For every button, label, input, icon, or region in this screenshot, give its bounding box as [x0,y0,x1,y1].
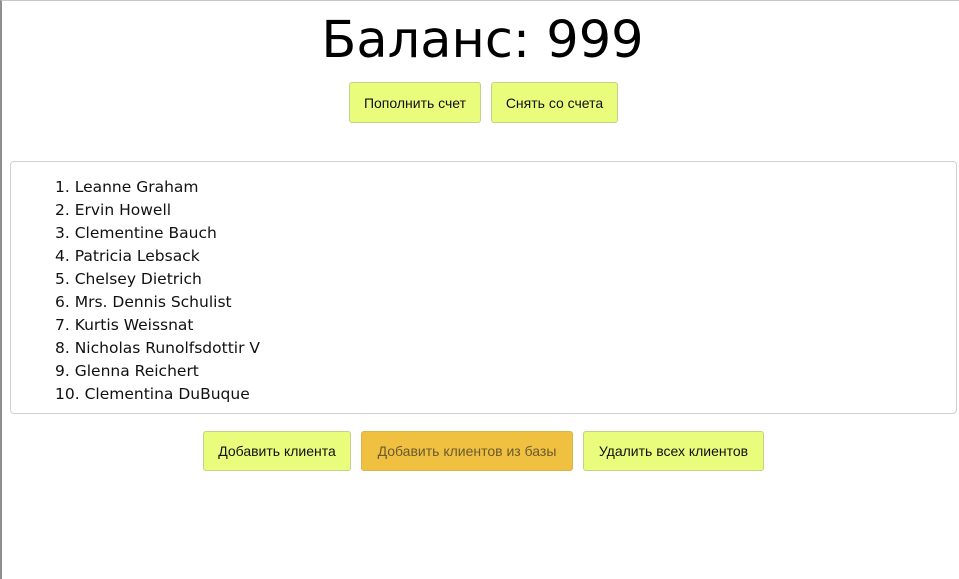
balance-heading: Баланс: 999 [321,11,644,70]
client-item: 9. Glenna Reichert [55,362,199,380]
withdraw-button[interactable]: Снять со счета [491,82,618,123]
client-item: 3. Clementine Bauch [55,224,217,242]
client-item: 5. Chelsey Dietrich [55,270,202,288]
delete-all-clients-button[interactable]: Удалить всех клиентов [583,431,764,471]
client-item: 4. Patricia Lebsack [55,247,200,265]
client-item: 10. Clementina DuBuque [55,385,250,403]
client-item: 7. Kurtis Weissnat [55,316,194,334]
client-item: 1. Leanne Graham [55,178,199,196]
client-item: 6. Mrs. Dennis Schulist [55,293,232,311]
client-item: 8. Nicholas Runolfsdottir V [55,339,260,357]
add-clients-from-db-button[interactable]: Добавить клиентов из базы [361,431,573,471]
add-client-button[interactable]: Добавить клиента [203,431,351,471]
client-list: 1. Leanne Graham 2. Ervin Howell 3. Clem… [55,176,260,406]
app-page: Баланс: 999 Пополнить счет Снять со счет… [0,0,959,579]
client-item: 2. Ervin Howell [55,201,172,219]
client-list-panel: 1. Leanne Graham 2. Ervin Howell 3. Clem… [10,161,957,414]
deposit-button[interactable]: Пополнить счет [349,82,481,123]
